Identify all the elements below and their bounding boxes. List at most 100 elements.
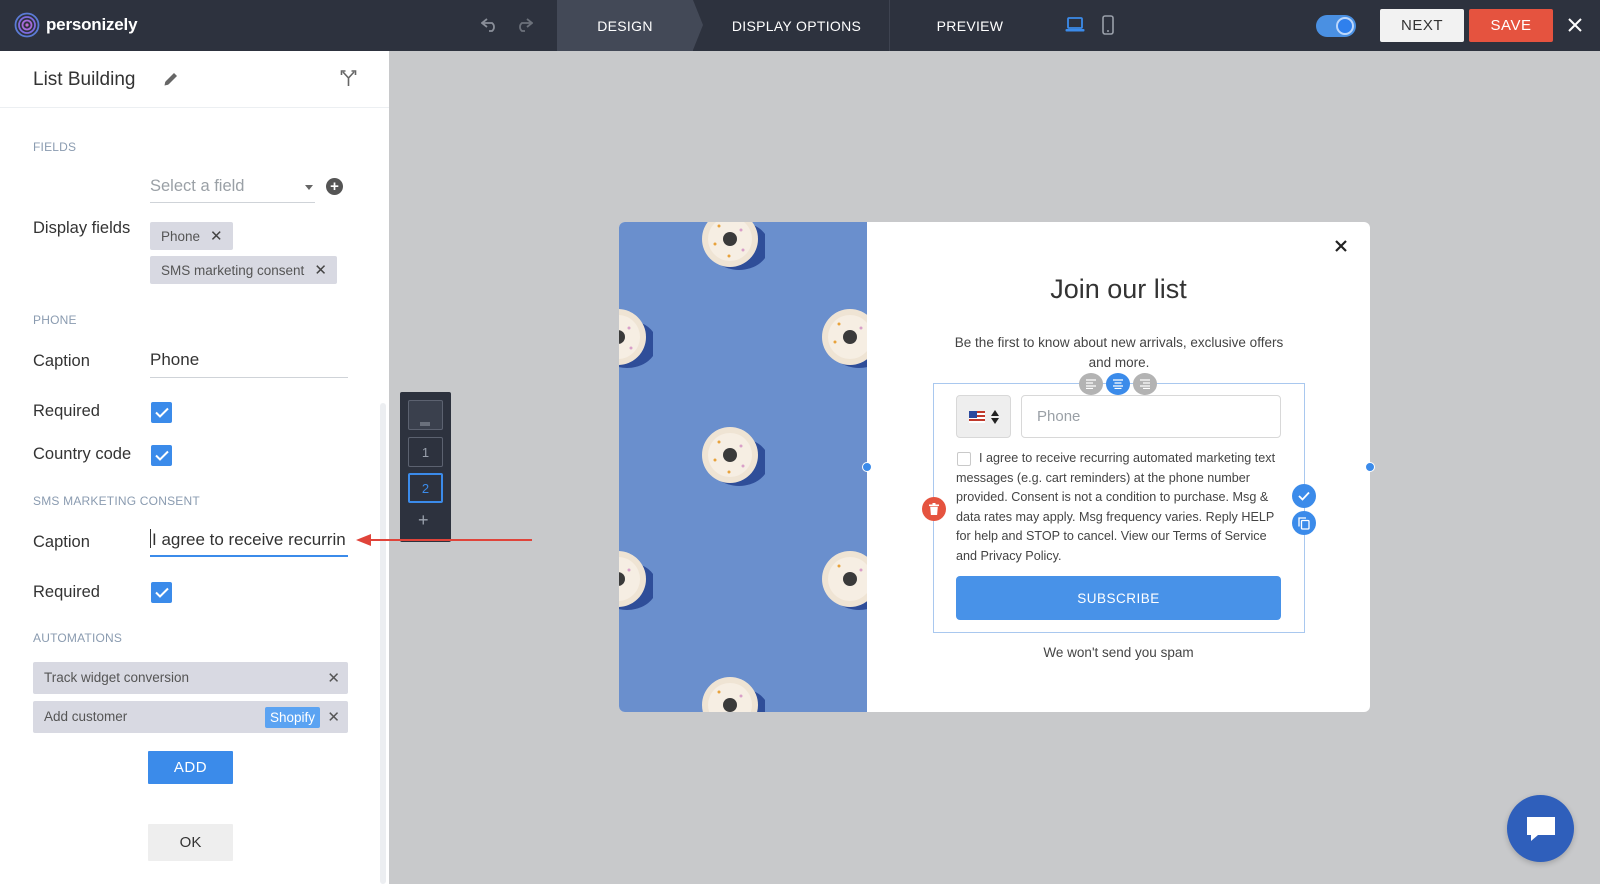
checkmark-icon — [154, 407, 169, 418]
phone-required-checkbox[interactable] — [151, 402, 172, 423]
phone-caption-label: Caption — [33, 352, 90, 370]
phone-caption-input[interactable]: Phone — [150, 344, 348, 378]
confirm-check-icon[interactable] — [1292, 484, 1316, 508]
chat-icon[interactable] — [1507, 795, 1574, 862]
tab-preview-label: PREVIEW — [936, 17, 1004, 34]
shopify-badge: Shopify — [265, 707, 321, 728]
consent-text: I agree to receive recurring automated m… — [956, 451, 1276, 563]
align-center-icon[interactable] — [1106, 373, 1130, 395]
remove-chip-icon[interactable]: ✕ — [314, 261, 327, 279]
align-right-icon[interactable] — [1133, 373, 1157, 395]
phone-required-label: Required — [33, 402, 100, 420]
publish-toggle[interactable] — [1316, 15, 1356, 37]
sms-caption-label: Caption — [33, 533, 90, 551]
branch-icon[interactable] — [340, 70, 357, 87]
select-field-dropdown[interactable]: Select a field — [150, 173, 315, 203]
sms-required-label: Required — [33, 583, 100, 601]
donut-icon — [822, 551, 867, 610]
remove-chip-icon[interactable]: ✕ — [210, 227, 223, 245]
resize-handle[interactable] — [1365, 462, 1375, 472]
logo[interactable]: personizely — [14, 12, 138, 38]
desktop-icon[interactable] — [1065, 16, 1085, 34]
donut-icon — [619, 551, 653, 610]
sms-required-checkbox[interactable] — [151, 582, 172, 603]
pencil-icon[interactable] — [162, 70, 180, 88]
automations-section-heading: AUTOMATIONS — [33, 631, 123, 645]
next-button[interactable]: NEXT — [1380, 9, 1464, 42]
phone-section-heading: PHONE — [33, 313, 77, 327]
save-button[interactable]: SAVE — [1469, 9, 1553, 42]
redo-icon[interactable] — [514, 15, 534, 35]
automation-label: Track widget conversion — [44, 670, 190, 685]
add-step-icon[interactable]: + — [418, 510, 429, 531]
chevron-down-icon — [305, 185, 313, 190]
phone-placeholder: Phone — [1037, 408, 1081, 425]
donut-icon — [702, 222, 765, 270]
sms-caption-value: I agree to receive recurrin — [152, 530, 346, 549]
country-code-checkbox[interactable] — [151, 445, 172, 466]
display-fields-label: Display fields — [33, 219, 131, 237]
popup-subtitle: Be the first to know about new arrivals,… — [954, 335, 1284, 370]
donut-icon — [822, 309, 867, 368]
country-code-label: Country code — [33, 445, 132, 463]
popup-title: Join our list — [1050, 274, 1187, 304]
logo-text: personizely — [46, 15, 138, 34]
donut-icon — [702, 677, 765, 712]
checkmark-icon — [154, 450, 169, 461]
undo-icon[interactable] — [480, 15, 500, 35]
donut-image — [619, 222, 867, 712]
popup-preview: Join our list Be the first to know about… — [619, 222, 1375, 712]
sidebar: List Building FIELDS Select a field + Di… — [0, 51, 389, 884]
subscribe-button[interactable]: SUBSCRIBE — [956, 576, 1281, 620]
alignment-buttons — [1079, 373, 1157, 395]
personizely-logo-icon — [14, 12, 40, 38]
toggle-knob — [1336, 17, 1354, 35]
duplicate-icon[interactable] — [1292, 511, 1316, 535]
text-caret — [150, 529, 151, 548]
step-1[interactable]: 1 — [408, 437, 443, 467]
automation-row[interactable]: Add customer Shopify ✕ — [33, 701, 348, 733]
phone-caption-value: Phone — [150, 350, 200, 369]
select-field-placeholder: Select a field — [150, 177, 245, 195]
popup-footer-text: We won't send you spam — [1043, 645, 1194, 660]
add-field-icon[interactable]: + — [326, 178, 343, 195]
phone-input[interactable]: Phone — [1021, 395, 1281, 438]
add-automation-button[interactable]: ADD — [148, 751, 233, 784]
ok-button[interactable]: OK — [148, 824, 233, 861]
tab-display-options[interactable]: DISPLAY OPTIONS — [704, 0, 890, 51]
donut-icon — [702, 427, 765, 486]
mobile-icon[interactable] — [1101, 15, 1115, 35]
country-code-select[interactable] — [956, 395, 1011, 438]
resize-handle[interactable] — [862, 462, 872, 472]
display-field-chip: SMS marketing consent ✕ — [150, 256, 337, 284]
step-2[interactable]: 2 — [408, 473, 443, 503]
step-thumbnail[interactable] — [408, 400, 443, 430]
sort-arrows-icon — [990, 409, 999, 424]
checkmark-icon — [154, 587, 169, 598]
sms-section-heading: SMS MARKETING CONSENT — [33, 494, 200, 508]
tab-design-label: DESIGN — [597, 17, 653, 34]
align-left-icon[interactable] — [1079, 373, 1103, 395]
sidebar-scrollbar[interactable] — [380, 403, 386, 884]
tab-preview[interactable]: PREVIEW — [900, 0, 1040, 51]
chip-label: SMS marketing consent — [161, 262, 305, 278]
remove-automation-icon[interactable]: ✕ — [327, 708, 340, 726]
top-bar: personizely DESIGN DISPLAY OPTIONS PREVI… — [0, 0, 1600, 51]
step-panel: 1 2 + — [400, 392, 451, 542]
automation-label: Add customer — [44, 709, 128, 724]
donut-icon — [619, 309, 653, 368]
popup-close-icon[interactable] — [1331, 236, 1351, 256]
close-icon[interactable] — [1564, 14, 1586, 36]
tab-arrow — [693, 0, 703, 50]
chip-label: Phone — [161, 228, 201, 244]
sidebar-header: List Building — [0, 51, 389, 108]
trash-icon[interactable] — [922, 497, 946, 521]
sms-caption-input[interactable]: I agree to receive recurrin — [150, 523, 348, 557]
annotation-arrow — [356, 534, 532, 546]
automation-row[interactable]: Track widget conversion ✕ — [33, 662, 348, 694]
tab-display-options-label: DISPLAY OPTIONS — [731, 17, 862, 34]
us-flag-icon — [968, 410, 985, 423]
fields-section-heading: FIELDS — [33, 140, 77, 154]
tab-design[interactable]: DESIGN — [557, 0, 693, 51]
remove-automation-icon[interactable]: ✕ — [327, 669, 340, 687]
